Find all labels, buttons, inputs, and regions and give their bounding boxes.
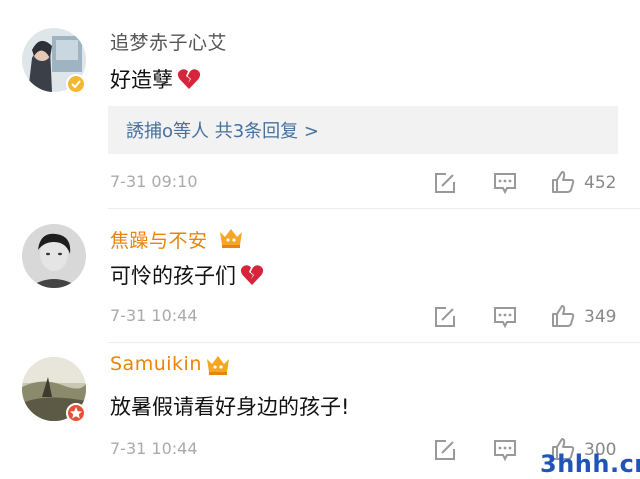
watermark: 3hhh.cn [540, 450, 640, 478]
verified-badge-icon [66, 74, 86, 94]
broken-heart-icon [240, 264, 264, 286]
username[interactable]: 追梦赤子心艾 [110, 28, 227, 55]
comment-text: 好造孽 [110, 64, 201, 94]
edit-icon[interactable] [432, 437, 458, 463]
vip-crown-icon [218, 227, 244, 249]
username[interactable]: Samuikin [110, 353, 202, 375]
comment-time: 7-31 09:10 [110, 172, 198, 191]
username[interactable]: 焦躁与不安 [110, 226, 208, 253]
vip-star-badge-icon [66, 403, 86, 423]
thumbs-up-icon[interactable] [550, 169, 576, 195]
broken-heart-icon [177, 68, 201, 90]
comment-item-2: 焦躁与不安 可怜的孩子们 7-31 10:44 349 [0, 210, 640, 343]
replies-box[interactable]: 誘捕o等人 共3条回复 > [108, 106, 618, 154]
comment-icon[interactable] [492, 437, 518, 463]
divider [108, 208, 640, 209]
comment-time: 7-31 10:44 [110, 439, 198, 458]
comment-icon[interactable] [492, 304, 518, 330]
comment-time: 7-31 10:44 [110, 306, 198, 325]
like-count: 349 [584, 307, 617, 327]
comment-text: 放暑假请看好身边的孩子! [110, 391, 349, 421]
like-count: 452 [584, 173, 617, 193]
edit-icon[interactable] [432, 170, 458, 196]
comment-text-body: 放暑假请看好身边的孩子! [110, 395, 350, 419]
comment-item-1: 追梦赤子心艾 好造孽 誘捕o等人 共3条回复 > 7-31 09:10 452 [0, 0, 640, 210]
comment-icon[interactable] [492, 170, 518, 196]
avatar[interactable] [22, 224, 86, 288]
comment-text-body: 好造孽 [110, 68, 173, 92]
thumbs-up-icon[interactable] [550, 303, 576, 329]
comment-text: 可怜的孩子们 [110, 260, 264, 290]
edit-icon[interactable] [432, 304, 458, 330]
replies-summary[interactable]: 誘捕o等人 共3条回复 > [126, 117, 319, 143]
vip-crown-icon [205, 354, 231, 376]
comment-text-body: 可怜的孩子们 [110, 264, 236, 288]
